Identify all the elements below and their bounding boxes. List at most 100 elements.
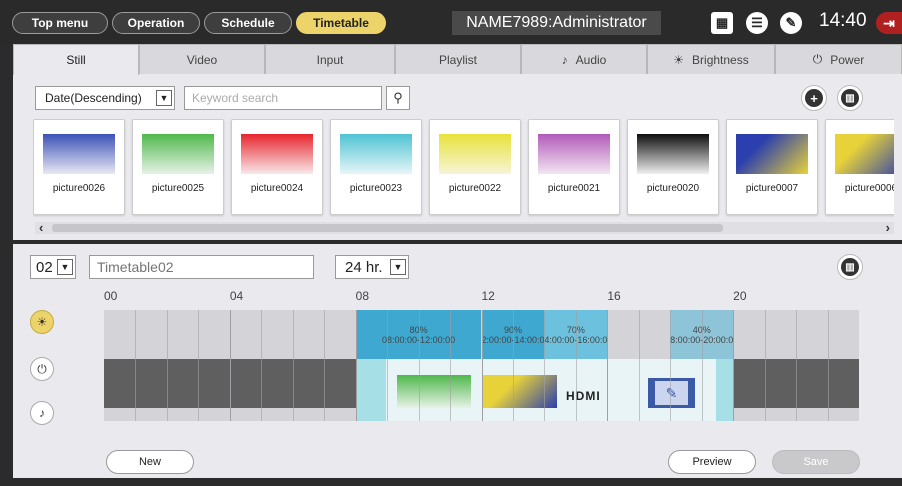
tab-input[interactable]: Input <box>265 44 395 74</box>
hour-gridline <box>764 310 766 421</box>
picture-name: picture0022 <box>448 183 502 194</box>
picture-preview <box>835 134 894 174</box>
chevron-down-icon: ▼ <box>57 259 73 275</box>
picture-preview <box>736 134 808 174</box>
chevron-down-icon: ▼ <box>390 259 406 275</box>
top-menu-button[interactable]: Top menu <box>12 12 108 34</box>
delete-content-button[interactable]: ▥ <box>837 85 863 111</box>
tab-playlist[interactable]: Playlist <box>395 44 521 74</box>
thumbnail-list: picture0026 picture0025 picture0024 picture… <box>33 119 894 218</box>
hour-label: 20 <box>733 289 747 303</box>
picture-preview <box>538 134 610 174</box>
picture-thumbnail[interactable]: picture0007 <box>726 119 818 215</box>
music-note-icon: ♪ <box>39 406 45 420</box>
preview-picture-green <box>397 375 471 408</box>
horizontal-scrollbar[interactable]: ‹ › <box>35 220 894 235</box>
hdmi-label: HDMI <box>566 389 601 403</box>
picture-thumbnail[interactable]: picture0025 <box>132 119 224 215</box>
tab-brightness[interactable]: ☀ Brightness <box>647 44 775 74</box>
hour-gridline <box>670 310 672 421</box>
timetable-number: 02 <box>36 258 53 276</box>
picture-name: picture0024 <box>250 183 304 194</box>
new-button[interactable]: New <box>106 450 194 474</box>
logout-icon[interactable]: ⇥ <box>876 12 902 34</box>
video-film-icon: ✎ <box>648 378 695 408</box>
hour-gridline <box>387 310 389 421</box>
picture-thumbnail[interactable]: picture0020 <box>627 119 719 215</box>
hour-gridline <box>166 310 168 421</box>
picture-thumbnail[interactable]: picture0006 <box>825 119 894 215</box>
picture-preview <box>241 134 313 174</box>
brightness-row-button[interactable]: ☀ <box>30 310 54 334</box>
hour-gridline <box>544 310 546 421</box>
hour-gridline <box>324 310 326 421</box>
audio-row-button[interactable]: ♪ <box>30 401 54 425</box>
hour-gridline <box>261 310 263 421</box>
power-icon: ⏻ <box>812 52 823 66</box>
hour-gridline <box>733 310 735 421</box>
picture-preview <box>340 134 412 174</box>
hour-gridline <box>481 310 483 421</box>
hour-gridline <box>512 310 514 421</box>
timetable-button[interactable]: Timetable <box>296 12 386 34</box>
power-row-button[interactable]: ⏻ <box>30 357 54 381</box>
trash-icon: ▥ <box>841 89 859 107</box>
settings-wrench-icon[interactable]: ✎ <box>780 12 802 34</box>
timetable-grid[interactable]: 80%08:00:00-12:00:0090%12:00:00-14:00:00… <box>104 310 859 421</box>
hour-gridline <box>638 310 640 421</box>
keyword-search-input[interactable] <box>184 86 382 110</box>
hour-mode-select[interactable]: 24 hr. ▼ <box>335 255 409 279</box>
tab-label: Brightness <box>692 52 749 67</box>
hour-gridline <box>827 310 829 421</box>
chevron-right-icon[interactable]: › <box>886 220 890 235</box>
tab-audio[interactable]: ♪ Audio <box>521 44 647 74</box>
scroll-thumb[interactable] <box>52 224 723 232</box>
tab-video[interactable]: Video <box>139 44 265 74</box>
picture-name: picture0023 <box>349 183 403 194</box>
trash-icon: ▥ <box>841 258 859 276</box>
sun-icon: ☀ <box>673 52 685 67</box>
music-note-icon: ♪ <box>561 52 568 67</box>
picture-thumbnail[interactable]: picture0023 <box>330 119 422 215</box>
picture-name: picture0025 <box>151 183 205 194</box>
hour-label: 08 <box>355 289 370 303</box>
hour-label: 04 <box>229 289 244 303</box>
search-icon[interactable]: ⚲ <box>386 86 410 110</box>
picture-thumbnail[interactable]: picture0022 <box>429 119 521 215</box>
picture-name: picture0007 <box>745 183 799 194</box>
preview-button[interactable]: Preview <box>668 450 756 474</box>
picture-preview <box>43 134 115 174</box>
tab-power[interactable]: ⏻ Power <box>775 44 902 74</box>
hour-gridline <box>796 310 798 421</box>
tab-still[interactable]: Still <box>13 44 139 75</box>
operation-button[interactable]: Operation <box>112 12 200 34</box>
save-button[interactable]: Save <box>772 450 860 474</box>
hour-gridline <box>198 310 200 421</box>
chevron-down-icon: ▼ <box>156 90 172 106</box>
sort-value: Date(Descending) <box>45 91 142 105</box>
picture-preview <box>142 134 214 174</box>
picture-thumbnail[interactable]: picture0024 <box>231 119 323 215</box>
top-bar: Top menu Operation Schedule Timetable NA… <box>0 0 902 44</box>
chevron-left-icon[interactable]: ‹ <box>39 220 43 235</box>
picture-name: picture0026 <box>52 183 106 194</box>
tab-label: Power <box>830 52 865 67</box>
picture-thumbnail[interactable]: picture0026 <box>33 119 125 215</box>
tab-label: Input <box>316 52 344 67</box>
list-icon[interactable]: ☰ <box>746 12 768 34</box>
tab-label: Audio <box>575 52 607 67</box>
hour-gridline <box>229 310 231 421</box>
timetable-name-input[interactable] <box>89 255 314 279</box>
hour-mode-value: 24 hr. <box>345 258 383 276</box>
schedule-button[interactable]: Schedule <box>204 12 292 34</box>
delete-timetable-button[interactable]: ▥ <box>837 254 863 280</box>
timetable-number-select[interactable]: 02 ▼ <box>30 255 76 279</box>
hour-gridline <box>575 310 577 421</box>
picture-thumbnail[interactable]: picture0021 <box>528 119 620 215</box>
sort-select[interactable]: Date(Descending) ▼ <box>35 86 175 110</box>
add-content-button[interactable]: + <box>801 85 827 111</box>
tab-label: Still <box>66 53 86 67</box>
hour-gridline <box>135 310 137 421</box>
picture-preview <box>637 134 709 174</box>
display-icon[interactable]: ▦ <box>711 12 733 34</box>
